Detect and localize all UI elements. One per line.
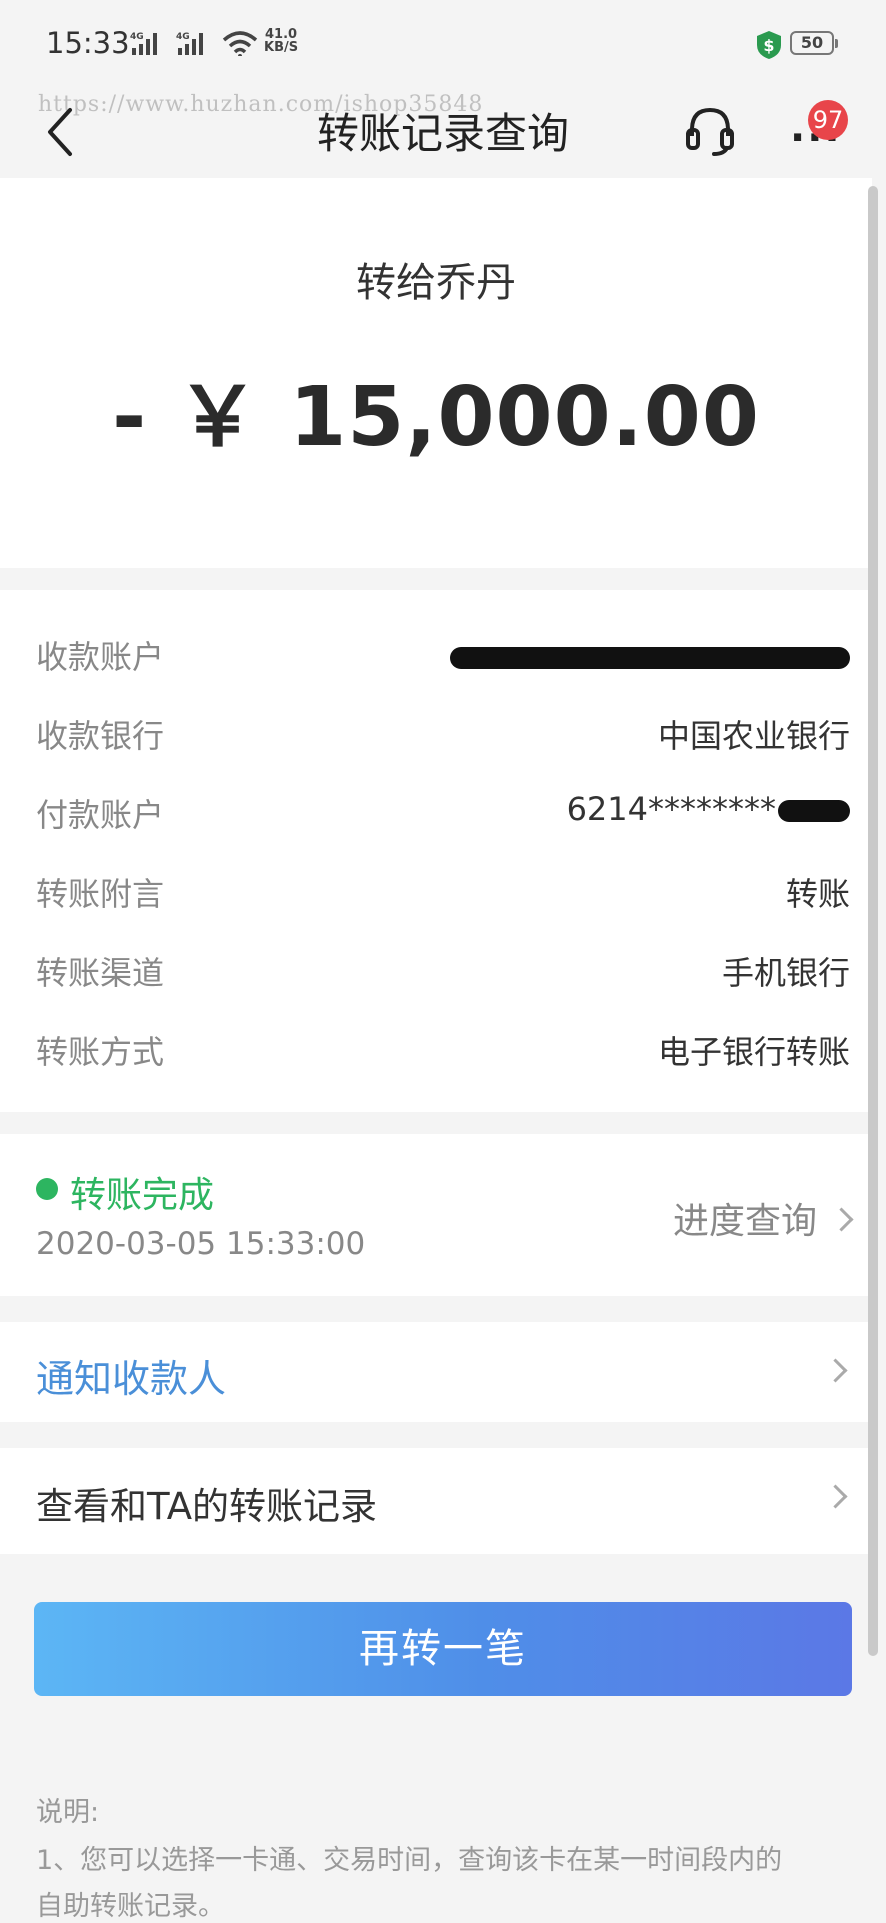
signal-icon: 4G — [176, 32, 203, 55]
detail-value: 手机银行 — [721, 954, 850, 992]
nav-bar: https://www.huzhan.com/ishop35848 转账记录查询… — [0, 88, 886, 178]
status-dot-icon — [36, 1178, 58, 1200]
shield-icon: $ — [757, 31, 781, 59]
note-text: 自助转账记录。 — [36, 1891, 225, 1922]
headset-icon[interactable] — [684, 102, 736, 158]
signal-label: 4G — [176, 32, 190, 42]
detail-row-payer-account: 付款账户 6214******** — [36, 790, 850, 840]
status-time: 15:33 — [46, 26, 130, 60]
notify-recipient-label: 通知收款人 — [36, 1357, 227, 1401]
detail-row-payee-bank: 收款银行 中国农业银行 — [36, 711, 850, 761]
notify-recipient-row[interactable]: 通知收款人 — [0, 1322, 872, 1422]
more-button[interactable]: ··· 97 — [790, 100, 848, 166]
notification-badge: 97 — [808, 100, 848, 140]
chevron-right-icon — [823, 1484, 848, 1509]
note-text: 1、您可以选择一卡通、交易时间，查询该卡在某一时间段内的 — [36, 1845, 783, 1876]
signal-icon: 4G — [130, 32, 157, 55]
detail-value: 电子银行转账 — [657, 1033, 850, 1071]
detail-label: 转账方式 — [36, 1033, 165, 1071]
detail-label: 付款账户 — [36, 796, 165, 834]
detail-row-payee-account: 收款账户 — [36, 632, 850, 682]
chevron-right-icon — [829, 1206, 854, 1232]
transfer-status: 转账完成 2020-03-05 15:33:00 进度查询 — [0, 1134, 872, 1296]
transfer-again-button[interactable]: 再转一笔 — [34, 1602, 852, 1696]
scrollbar[interactable] — [868, 186, 878, 1656]
battery-icon: 50 — [790, 31, 838, 55]
redaction-mark — [778, 800, 850, 822]
detail-row-channel: 转账渠道 手机银行 — [36, 948, 850, 998]
page-title: 转账记录查询 — [316, 109, 569, 158]
account-number: 6214******** — [566, 790, 776, 828]
transfer-amount: - ￥ 15,000.00 — [112, 370, 760, 465]
status-time: 2020-03-05 15:33:00 — [36, 1226, 366, 1262]
detail-row-memo: 转账附言 转账 — [36, 869, 850, 919]
recipient-name: 转给乔丹 — [356, 260, 516, 306]
detail-value-redacted — [450, 632, 850, 670]
detail-label: 转账渠道 — [36, 954, 165, 992]
detail-label: 收款银行 — [36, 717, 165, 755]
chevron-right-icon — [823, 1358, 848, 1383]
detail-value: 转账 — [785, 875, 850, 913]
network-speed-unit: KB/S — [264, 40, 299, 55]
transfer-summary: 转给乔丹 - ￥ 15,000.00 — [0, 178, 872, 568]
progress-query-label: 进度查询 — [672, 1201, 817, 1242]
detail-value: 6214******** — [567, 790, 850, 828]
status-bar: 15:33 4G 4G 41.0 KB/S $ 50 — [0, 0, 886, 88]
signal-label: 4G — [130, 32, 144, 42]
redaction-mark — [450, 647, 850, 669]
note-title: 说明: — [36, 1797, 100, 1828]
network-speed: 41.0 KB/S — [264, 28, 298, 54]
wifi-icon — [222, 31, 258, 56]
transfer-details: 收款账户 收款银行 中国农业银行 付款账户 6214******** 转账附言 … — [0, 590, 872, 1112]
svg-text:$: $ — [763, 36, 774, 55]
detail-label: 收款账户 — [36, 638, 165, 676]
detail-row-method: 转账方式 电子银行转账 — [36, 1027, 850, 1077]
status-text: 转账完成 — [70, 1175, 215, 1216]
transfer-history-label: 查看和TA的转账记录 — [36, 1485, 378, 1528]
detail-value: 中国农业银行 — [657, 717, 850, 755]
transfer-history-row[interactable]: 查看和TA的转账记录 — [0, 1448, 872, 1554]
progress-query-link[interactable]: 进度查询 — [672, 1192, 854, 1244]
detail-label: 转账附言 — [36, 875, 165, 913]
